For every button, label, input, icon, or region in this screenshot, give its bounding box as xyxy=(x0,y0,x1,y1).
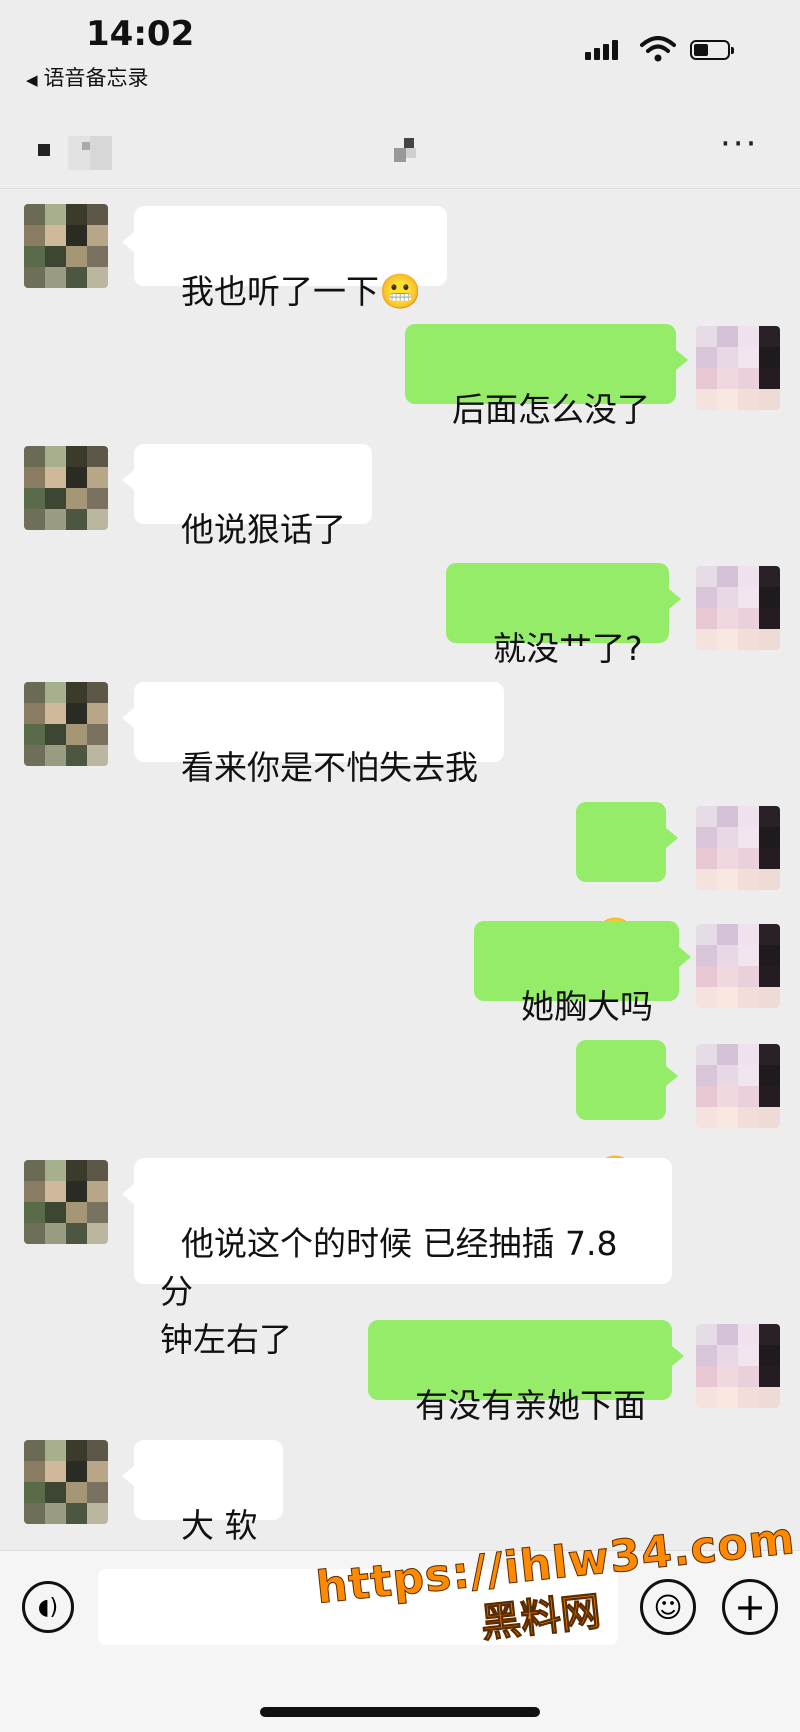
wifi-icon xyxy=(640,36,676,62)
message-bubble-received[interactable]: 大 软 xyxy=(121,1440,284,1545)
battery-icon xyxy=(690,40,734,60)
contact-avatar[interactable] xyxy=(24,446,108,530)
contact-avatar[interactable] xyxy=(24,1440,108,1524)
my-avatar[interactable] xyxy=(696,806,780,890)
contact-name-pixelated xyxy=(394,138,416,162)
message-text: 后面怎么没了 xyxy=(451,390,650,429)
message-bubble-received[interactable]: 我也听了一下😬 xyxy=(121,206,448,312)
voice-icon[interactable]: ◖) xyxy=(22,1581,74,1633)
message-bubble-sent[interactable]: 后面怎么没了 xyxy=(405,324,688,429)
more-options-icon[interactable]: ··· xyxy=(720,124,758,164)
message-bubble-received[interactable]: 他说这个的时候 已经抽插 7.8 分 钟左右了 xyxy=(122,1158,672,1359)
message-text: 他说狠话了 xyxy=(180,510,346,549)
contact-avatar[interactable] xyxy=(24,204,108,288)
back-triangle-icon: ◀ xyxy=(26,71,38,89)
message-bubble-sent[interactable]: 有没有亲她下面 xyxy=(368,1320,684,1425)
back-to-app-link[interactable]: ◀ 语音备忘录 xyxy=(26,62,149,92)
contact-avatar[interactable] xyxy=(24,1160,108,1244)
message-bubble-received[interactable]: 他说狠话了 xyxy=(122,444,372,549)
message-text: 我也听了一下 xyxy=(180,272,379,311)
contact-avatar[interactable] xyxy=(24,682,108,766)
message-text: 就没艹了? xyxy=(492,629,643,668)
message-text: 她胸大吗 xyxy=(520,987,653,1026)
back-app-label: 语音备忘录 xyxy=(43,66,149,90)
message-bubble-sent[interactable]: 🤤 xyxy=(576,802,678,956)
chat-header: ··· xyxy=(0,110,800,189)
status-time: 14:02 xyxy=(86,14,195,54)
home-indicator[interactable] xyxy=(260,1707,540,1717)
my-avatar[interactable] xyxy=(696,326,780,410)
status-bar: 14:02 ◀ 语音备忘录 xyxy=(0,0,800,110)
message-text: 有没有亲她下面 xyxy=(414,1386,646,1425)
message-bubble-received[interactable]: 看来你是不怕失去我 xyxy=(122,682,504,787)
grimacing-emoji-icon: 😬 xyxy=(378,272,422,312)
message-bubble-sent[interactable]: 🥺 xyxy=(576,1040,678,1194)
my-avatar[interactable] xyxy=(696,566,780,650)
message-bubble-sent[interactable]: 就没艹了? xyxy=(446,563,680,668)
message-bubble-sent[interactable]: 她胸大吗 xyxy=(474,921,691,1026)
message-text: 看来你是不怕失去我 xyxy=(180,748,478,787)
message-text: 大 软 xyxy=(180,1506,258,1545)
my-avatar[interactable] xyxy=(696,1044,780,1128)
my-avatar[interactable] xyxy=(696,1324,780,1408)
my-avatar[interactable] xyxy=(696,924,780,1008)
back-button[interactable] xyxy=(38,136,118,170)
